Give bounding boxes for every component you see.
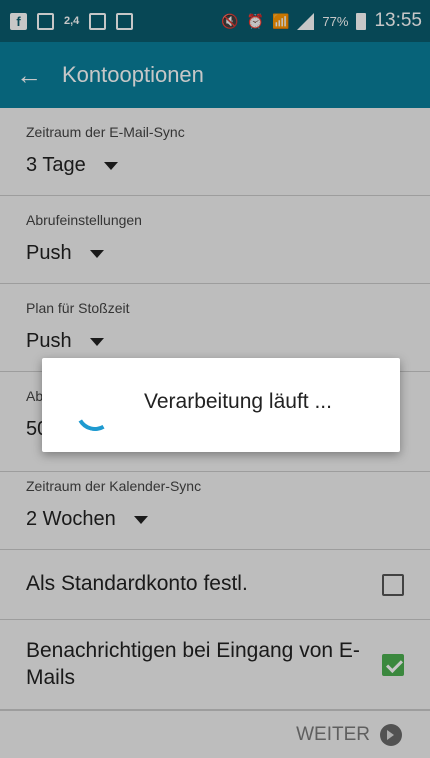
- progress-message: Verarbeitung läuft ...: [144, 390, 332, 413]
- loading-spinner-icon: [71, 388, 119, 436]
- progress-dialog: Verarbeitung läuft ...: [42, 358, 400, 452]
